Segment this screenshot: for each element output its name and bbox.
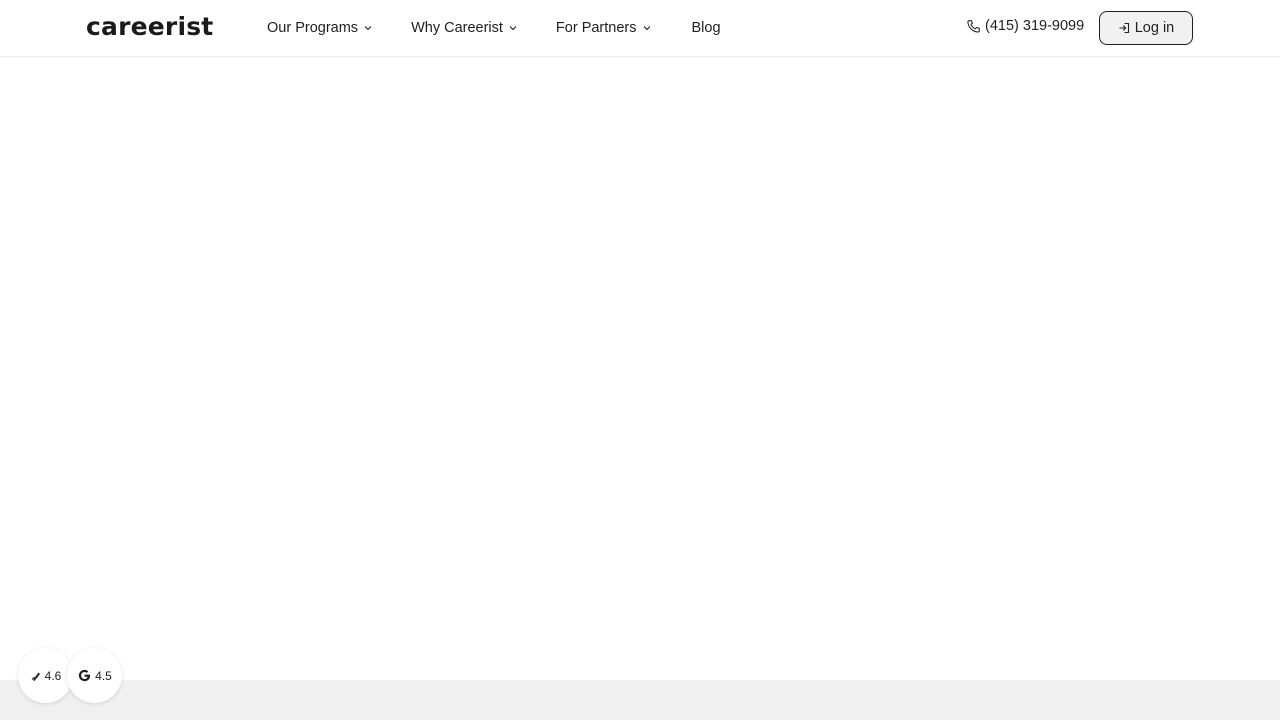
careerist-logo[interactable]: careerist bbox=[86, 11, 213, 43]
login-icon bbox=[1119, 22, 1129, 34]
nav-our-programs[interactable]: Our Programs bbox=[267, 20, 373, 36]
nav-blog[interactable]: Blog bbox=[692, 20, 721, 36]
nav-for-partners-label: For Partners bbox=[555, 20, 637, 36]
rating-value-1: 4.6 bbox=[44, 668, 62, 683]
chevron-down-icon bbox=[364, 26, 372, 31]
chevron-down-icon bbox=[643, 26, 650, 31]
nav-why-careerist[interactable]: Why Careerist bbox=[411, 20, 518, 36]
chevron-down-icon bbox=[509, 26, 517, 31]
rating-badge-2[interactable]: 4.5 bbox=[67, 648, 122, 703]
rating-value-2: 4.5 bbox=[95, 668, 112, 683]
rating-badge-1[interactable]: 4.6 bbox=[18, 648, 73, 703]
nav-blog-label: Blog bbox=[691, 20, 721, 36]
nav-for-partners[interactable]: For Partners bbox=[556, 20, 652, 36]
trustpilot-style-icon bbox=[31, 672, 40, 681]
footer-band bbox=[0, 680, 1280, 720]
phone-icon bbox=[967, 19, 980, 33]
nav-our-programs-label: Our Programs bbox=[267, 20, 359, 36]
google-icon bbox=[79, 669, 91, 682]
nav-why-careerist-label: Why Careerist bbox=[411, 20, 503, 36]
phone-number: (415) 319-9099 bbox=[985, 18, 1085, 34]
phone-link[interactable]: (415) 319-9099 bbox=[966, 18, 1084, 34]
page: careerist Our Programs Why Careerist For… bbox=[0, 0, 1280, 720]
site-header: careerist Our Programs Why Careerist For… bbox=[0, 0, 1280, 57]
login-label: Log in bbox=[1134, 20, 1175, 36]
login-button[interactable]: Log in bbox=[1099, 11, 1193, 45]
main-nav: Our Programs Why Careerist For Partners … bbox=[267, 0, 759, 56]
